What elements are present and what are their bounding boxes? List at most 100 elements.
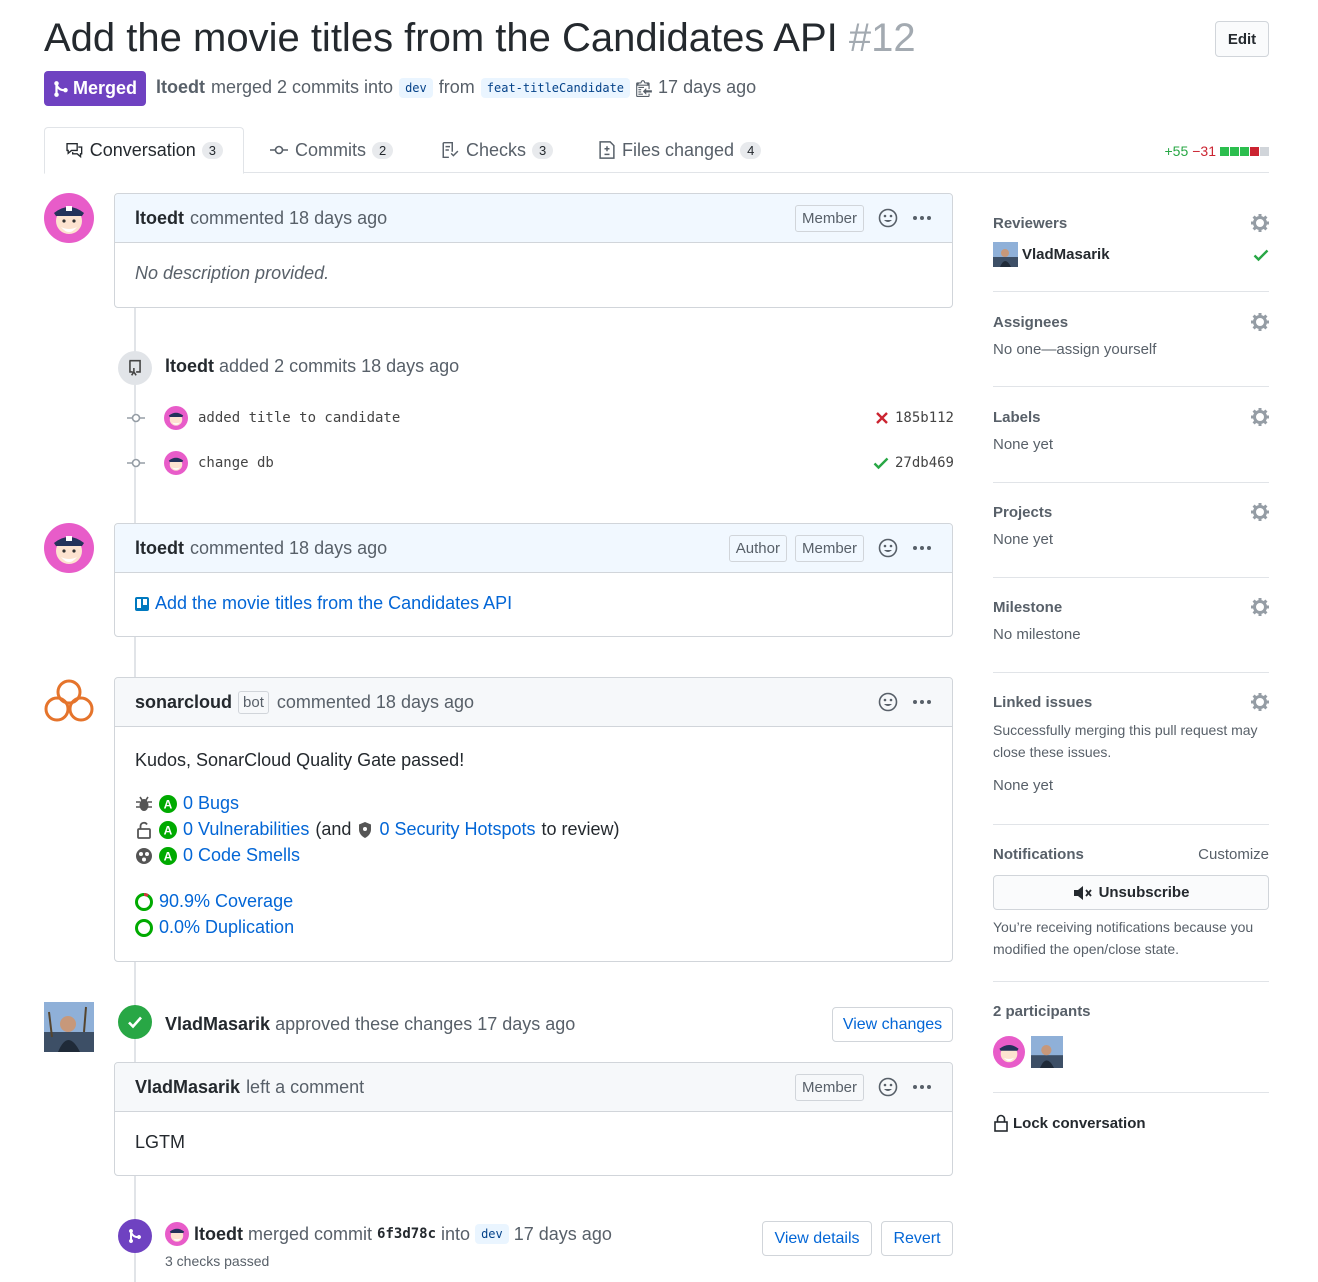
commit-avatar[interactable] xyxy=(164,406,188,430)
vladmasarik-avatar[interactable] xyxy=(44,1002,94,1052)
gear-icon[interactable] xyxy=(1251,408,1269,426)
commit-avatar[interactable] xyxy=(164,451,188,475)
smiley-icon[interactable] xyxy=(878,1077,898,1097)
x-fail-icon[interactable] xyxy=(875,411,889,425)
merge-author[interactable]: ltoedt xyxy=(194,1224,243,1245)
merge-branch[interactable]: dev xyxy=(475,1224,509,1244)
comment-author[interactable]: ltoedt xyxy=(135,538,184,559)
head-branch[interactable]: feat-titleCandidate xyxy=(480,77,631,98)
commit-message[interactable]: change db xyxy=(198,455,274,471)
coverage-link[interactable]: 90.9% Coverage xyxy=(159,891,293,912)
smiley-icon[interactable] xyxy=(878,208,898,228)
trello-card-link[interactable]: Add the movie titles from the Candidates… xyxy=(155,593,512,614)
kebab-horizontal-icon[interactable] xyxy=(912,1084,932,1090)
base-branch[interactable]: dev xyxy=(399,77,433,98)
deletions-count: −31 xyxy=(1192,143,1216,159)
merge-commit-sha[interactable]: 6f3d78c xyxy=(377,1226,436,1242)
smiley-icon[interactable] xyxy=(878,692,898,712)
pr-number: #12 xyxy=(848,16,916,60)
kebab-horizontal-icon[interactable] xyxy=(912,215,932,221)
ltoedt-avatar[interactable] xyxy=(44,523,94,573)
revert-button[interactable]: Revert xyxy=(881,1221,953,1256)
milestone-value: No milestone xyxy=(993,626,1081,643)
code-smells-link[interactable]: 0 Code Smells xyxy=(183,845,300,866)
view-changes-button[interactable]: View changes xyxy=(832,1007,953,1042)
reviewer-avatar[interactable] xyxy=(993,242,1018,267)
additions-count: +55 xyxy=(1164,143,1189,159)
review-action: approved these changes 17 days ago xyxy=(275,1014,576,1034)
customize-link[interactable]: Customize xyxy=(1198,846,1269,863)
tab-checks[interactable]: Checks 3 xyxy=(420,127,573,173)
unsubscribe-button[interactable]: Unsubscribe xyxy=(993,875,1269,910)
approved-check-icon xyxy=(118,1005,152,1039)
bugs-link[interactable]: 0 Bugs xyxy=(183,793,239,814)
grade-a-icon: A xyxy=(159,820,177,839)
comment-author[interactable]: ltoedt xyxy=(135,208,184,229)
repo-push-icon xyxy=(118,351,152,385)
view-details-button[interactable]: View details xyxy=(762,1221,872,1256)
comment-action: commented 18 days ago xyxy=(190,207,388,228)
merged-status-badge: Merged xyxy=(44,71,146,106)
participant-avatar[interactable] xyxy=(993,1036,1025,1068)
tab-conversation[interactable]: Conversation 3 xyxy=(44,127,244,174)
commit-message[interactable]: added title to candidate xyxy=(198,410,400,426)
comment-action: commented 18 days ago xyxy=(276,691,474,712)
commits-event-text: added 2 commits 18 days ago xyxy=(219,356,460,376)
security-hotspots-link[interactable]: 0 Security Hotspots xyxy=(379,819,535,840)
clippy-icon[interactable] xyxy=(636,79,652,97)
page-title: Add the movie titles from the Candidates… xyxy=(44,16,916,60)
comment-author[interactable]: VladMasarik xyxy=(135,1077,240,1098)
review-author[interactable]: VladMasarik xyxy=(165,1014,270,1034)
diffstat-square xyxy=(1220,146,1229,156)
ltoedt-avatar[interactable] xyxy=(44,193,94,243)
coverage-ring-icon xyxy=(135,892,153,911)
participant-avatar[interactable] xyxy=(1031,1036,1063,1068)
comment-header-actions: Member xyxy=(787,204,932,232)
commit-sha[interactable]: 185b112 xyxy=(895,410,954,426)
sonar-vulns-row: A 0 Vulnerabilities (and 0 Security Hots… xyxy=(135,819,620,840)
review-comment-box: VladMasarik left a comment Member LGTM xyxy=(114,1062,953,1176)
comment-discussion-icon xyxy=(66,142,83,158)
gear-icon[interactable] xyxy=(1251,693,1269,711)
lock-conversation-link[interactable]: Lock conversation xyxy=(993,1114,1146,1132)
mute-icon xyxy=(1073,885,1092,900)
commit-sha[interactable]: 27db469 xyxy=(895,455,954,471)
smiley-icon[interactable] xyxy=(878,538,898,558)
grade-a-letter: A xyxy=(164,849,173,863)
commits-event-author[interactable]: ltoedt xyxy=(165,356,214,376)
reviewer-name[interactable]: VladMasarik xyxy=(1022,246,1110,263)
lock-conversation-label: Lock conversation xyxy=(1013,1114,1146,1132)
sonarcloud-avatar[interactable] xyxy=(44,678,94,724)
vulnerabilities-link[interactable]: 0 Vulnerabilities xyxy=(183,819,309,840)
diffstat: +55 −31 xyxy=(1164,143,1269,159)
commits-event: ltoedt added 2 commits 18 days ago xyxy=(165,356,459,377)
projects-value: None yet xyxy=(993,531,1054,548)
gear-icon[interactable] xyxy=(1251,503,1269,521)
bot-badge: bot xyxy=(238,690,269,714)
gear-icon[interactable] xyxy=(1251,214,1269,232)
reviewers-heading: Reviewers xyxy=(993,214,1269,232)
milestone-title: Milestone xyxy=(993,598,1063,616)
tab-commits[interactable]: Commits 2 xyxy=(249,127,413,173)
comment-action: left a comment xyxy=(246,1076,365,1097)
comment-author[interactable]: sonarcloud xyxy=(135,692,232,713)
tab-files-changed[interactable]: Files changed 4 xyxy=(578,127,781,173)
kebab-horizontal-icon[interactable] xyxy=(912,699,932,705)
projects-section: Projects None yet xyxy=(993,503,1269,578)
merge-author-avatar[interactable] xyxy=(165,1222,189,1246)
assign-yourself-link[interactable]: No one—assign yourself xyxy=(993,339,1269,361)
pr-author-link[interactable]: ltoedt xyxy=(156,77,205,98)
assignees-title: Assignees xyxy=(993,313,1069,331)
duplication-link[interactable]: 0.0% Duplication xyxy=(159,917,294,938)
comment-box: sonarcloud bot commented 18 days ago Kud… xyxy=(114,677,953,962)
pr-tabs: Conversation 3 Commits 2 Checks 3 Files cha… xyxy=(44,127,1269,174)
check-success-icon[interactable] xyxy=(873,456,889,470)
participants-heading: 2 participants xyxy=(993,1003,1091,1020)
gear-icon[interactable] xyxy=(1251,313,1269,331)
git-commit-icon xyxy=(127,458,145,468)
kebab-horizontal-icon[interactable] xyxy=(912,545,932,551)
edit-button[interactable]: Edit xyxy=(1215,21,1269,57)
merge-text: merged 2 commits into xyxy=(211,77,394,97)
gear-icon[interactable] xyxy=(1251,598,1269,616)
comment-header: ltoedt commented 18 days ago Member xyxy=(115,194,952,243)
